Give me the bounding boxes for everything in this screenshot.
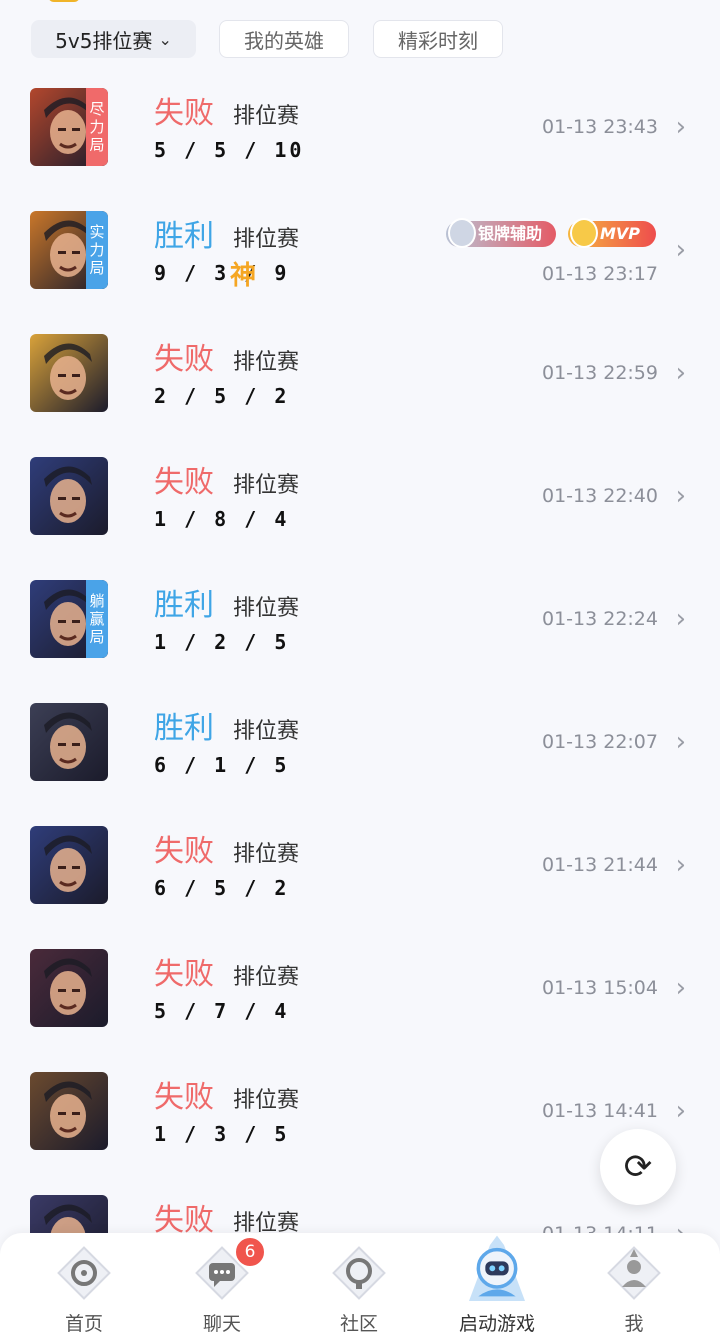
match-kda: 1 / 2 / 5 (154, 630, 290, 654)
match-kda: 5 / 7 / 4 (154, 999, 290, 1023)
match-time: 01-13 22:59 (541, 362, 658, 384)
filter-my-heroes[interactable]: 我的英雄 (219, 20, 349, 58)
community-icon (332, 1246, 386, 1300)
filter-label: 精彩时刻 (398, 28, 478, 53)
tab-label: 首页 (64, 1313, 103, 1335)
hero-avatar: 尽力局 (30, 88, 108, 166)
launch-game-icon (469, 1235, 525, 1301)
chevron-right-icon: › (675, 727, 686, 757)
hero-avatar (30, 334, 108, 412)
match-row[interactable]: 胜利 排位赛 6 / 1 / 5 01-13 22:07 › (0, 685, 720, 808)
chevron-right-icon: › (675, 358, 686, 388)
match-mode: 排位赛 (233, 596, 300, 621)
chevron-right-icon: › (675, 604, 686, 634)
match-kda: 1 / 3 / 5 (154, 1122, 290, 1146)
match-row[interactable]: 失败 排位赛 5 / 7 / 4 01-13 15:04 › (0, 931, 720, 1054)
tab-me[interactable]: 我 (574, 1233, 694, 1341)
filter-label: 我的英雄 (244, 28, 324, 53)
tab-label: 我 (624, 1313, 644, 1335)
chevron-right-icon: › (675, 973, 686, 1003)
silver-support-badge: 银牌辅助 (446, 218, 556, 248)
match-row[interactable]: 实力局 胜利 排位赛 9 / 3 / 9 神 银牌辅助 MVP 01-13 23:17 › (0, 193, 720, 316)
match-time: 01-13 22:40 (541, 485, 658, 507)
hero-avatar (30, 949, 108, 1027)
match-mode: 排位赛 (233, 350, 300, 375)
match-kda: 1 / 8 / 4 (154, 507, 290, 531)
match-result: 失败 (154, 96, 214, 131)
tab-label: 聊天 (202, 1313, 241, 1335)
badge-label: MVP (600, 224, 641, 243)
tab-launch-game[interactable]: 启动游戏 (437, 1233, 557, 1341)
me-icon (607, 1246, 661, 1300)
match-result: 胜利 (154, 588, 214, 623)
match-time: 01-13 22:07 (541, 731, 658, 753)
filter-5v5-ranked[interactable]: 5v5排位赛 ⌄ (31, 20, 196, 58)
match-row[interactable]: 失败 排位赛 6 / 5 / 2 01-13 21:44 › (0, 808, 720, 931)
match-result: 胜利 (154, 219, 214, 254)
filter-highlights[interactable]: 精彩时刻 (373, 20, 503, 58)
match-result: 胜利 (154, 711, 214, 746)
match-kda: 5 / 5 / 10 (154, 138, 305, 162)
top-filter-bar: 5v5排位赛 ⌄ 我的英雄 精彩时刻 (0, 0, 720, 70)
tab-chat[interactable]: 6 聊天 (162, 1233, 282, 1341)
match-time: 01-13 14:41 (541, 1100, 658, 1122)
match-row[interactable]: 尽力局 失败 排位赛 5 / 5 / 10 01-13 23:43 › (0, 70, 720, 193)
match-result: 失败 (154, 1080, 214, 1115)
mvp-badge: MVP (568, 218, 656, 248)
chevron-right-icon: › (675, 481, 686, 511)
chevron-right-icon: › (675, 850, 686, 880)
match-row[interactable]: 失败 排位赛 1 / 8 / 4 01-13 22:40 › (0, 439, 720, 562)
refresh-button[interactable]: ⟳ (600, 1129, 676, 1205)
tab-label: 启动游戏 (458, 1313, 535, 1335)
chevron-right-icon: › (675, 1096, 686, 1126)
match-time: 01-13 15:04 (541, 977, 658, 999)
match-mode: 排位赛 (233, 719, 300, 744)
match-mode: 排位赛 (233, 842, 300, 867)
bottom-tab-bar: 首页 6 聊天 社区 启动游戏 我 (0, 1233, 720, 1341)
match-kda: 2 / 5 / 2 (154, 384, 290, 408)
tab-community[interactable]: 社区 (299, 1233, 419, 1341)
match-result: 失败 (154, 957, 214, 992)
match-mode: 排位赛 (233, 227, 300, 252)
hero-avatar: 躺赢局 (30, 580, 108, 658)
top-accent-mark (48, 0, 80, 2)
match-time: 01-13 21:44 (541, 854, 658, 876)
match-row[interactable]: 躺赢局 胜利 排位赛 1 / 2 / 5 01-13 22:24 › (0, 562, 720, 685)
badge-label: 银牌辅助 (478, 224, 543, 243)
match-mode: 排位赛 (233, 1088, 300, 1113)
match-kda: 9 / 3 / 9 (154, 261, 290, 285)
hero-avatar (30, 703, 108, 781)
match-time: 01-13 23:17 (541, 263, 658, 285)
home-icon (57, 1246, 111, 1300)
match-quality-tag: 尽力局 (86, 88, 108, 166)
match-kda: 6 / 1 / 5 (154, 753, 290, 777)
match-time: 01-13 23:43 (541, 116, 658, 138)
match-time: 01-13 22:24 (541, 608, 658, 630)
refresh-icon: ⟳ (623, 1147, 653, 1187)
hero-avatar (30, 457, 108, 535)
medal-icon (448, 218, 476, 248)
match-kda: 6 / 5 / 2 (154, 876, 290, 900)
match-mode: 排位赛 (233, 104, 300, 129)
hero-avatar (30, 1072, 108, 1150)
match-result: 失败 (154, 465, 214, 500)
chat-unread-badge: 6 (234, 1236, 266, 1268)
match-quality-tag: 实力局 (86, 211, 108, 289)
match-quality-tag: 躺赢局 (86, 580, 108, 658)
chevron-right-icon: › (675, 235, 686, 265)
match-row[interactable]: 失败 排位赛 2 / 5 / 2 01-13 22:59 › (0, 316, 720, 439)
hero-avatar: 实力局 (30, 211, 108, 289)
chevron-right-icon: › (675, 112, 686, 142)
match-mode: 排位赛 (233, 473, 300, 498)
hero-avatar (30, 826, 108, 904)
trophy-icon (570, 218, 598, 248)
tab-home[interactable]: 首页 (24, 1233, 144, 1341)
match-mode: 排位赛 (233, 965, 300, 990)
filter-label: 5v5排位赛 (55, 28, 153, 53)
god-mark-icon: 神 (230, 261, 257, 291)
tab-label: 社区 (339, 1313, 378, 1335)
match-result: 失败 (154, 834, 214, 869)
match-result: 失败 (154, 342, 214, 377)
chevron-down-icon: ⌄ (158, 29, 172, 49)
